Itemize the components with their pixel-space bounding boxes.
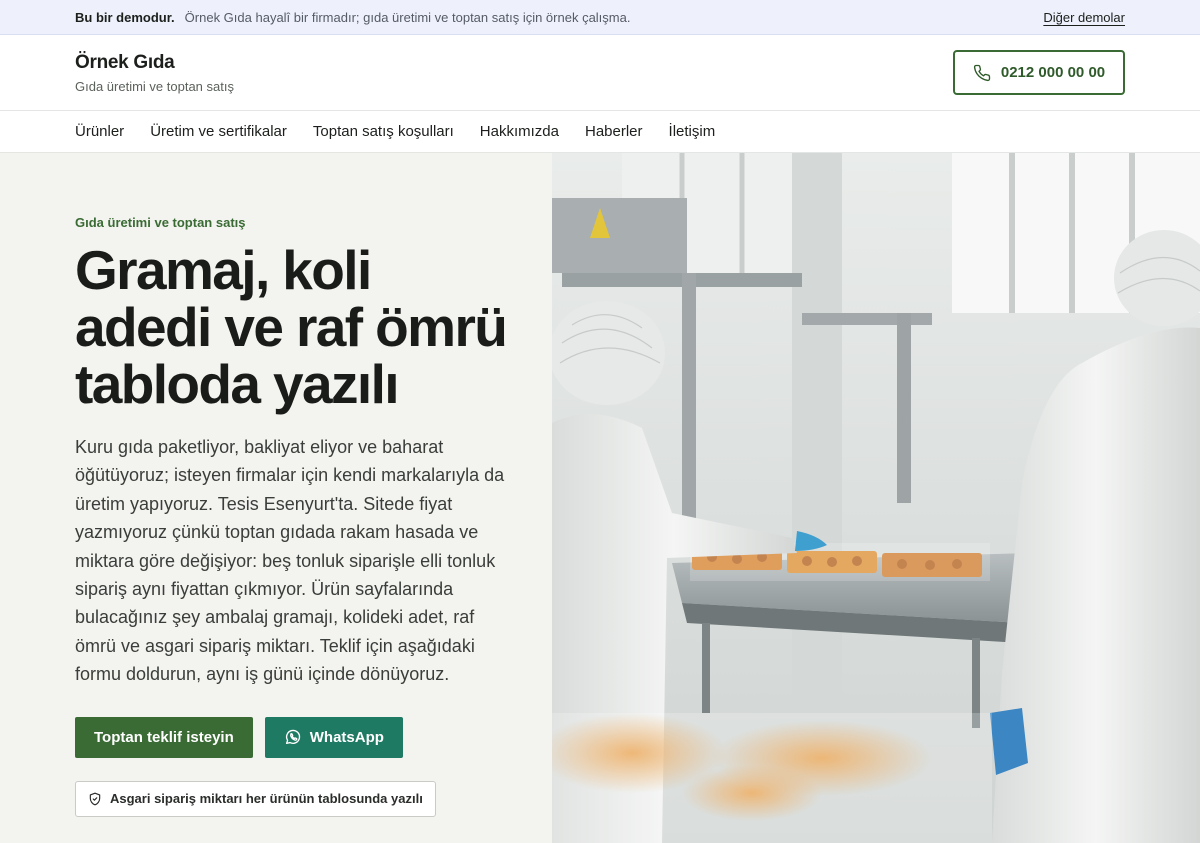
factory-production-line-illustration (552, 153, 1200, 843)
request-quote-button[interactable]: Toptan teklif isteyin (75, 716, 253, 758)
hero-eyebrow: Gıda üretimi ve toptan satış (75, 215, 246, 230)
hero: Gıda üretimi ve toptan satış Gramaj, kol… (0, 153, 1200, 843)
shield-check-icon (89, 792, 101, 806)
demo-note: Örnek Gıda hayalî bir firmadır; gıda üre… (184, 9, 631, 25)
nav-item-hakkimizda[interactable]: Hakkımızda (480, 123, 559, 140)
brand[interactable]: Örnek Gıda Gıda üretimi ve toptan satış (75, 52, 234, 94)
min-order-badge-text: Asgari sipariş miktarı her ürünün tablos… (110, 791, 423, 807)
brand-tagline: Gıda üretimi ve toptan satış (75, 78, 234, 94)
phone-number: 0212 000 00 00 (1000, 64, 1106, 81)
nav-item-toptan[interactable]: Toptan satış koşulları (313, 123, 454, 140)
hero-headline: Gramaj, koli adedi ve raf ömrü tabloda y… (75, 239, 508, 415)
nav-item-uretim[interactable]: Üretim ve sertifikalar (150, 123, 287, 140)
phone-button[interactable]: 0212 000 00 00 (953, 50, 1125, 95)
nav-item-urunler[interactable]: Ürünler (75, 123, 124, 140)
brand-name: Örnek Gıda (75, 51, 175, 73)
whatsapp-label: WhatsApp (309, 728, 384, 746)
demo-label: Bu bir demodur. (75, 9, 175, 25)
main-nav: Ürünler Üretim ve sertifikalar Toptan sa… (0, 111, 1200, 153)
nav-item-haberler[interactable]: Haberler (585, 123, 643, 140)
hero-lead: Kuru gıda paketliyor, bakliyat eliyor ve… (75, 437, 505, 685)
hero-image (552, 153, 1200, 843)
min-order-badge: Asgari sipariş miktarı her ürünün tablos… (75, 780, 436, 817)
whatsapp-icon (285, 729, 300, 745)
demo-bar-text: Bu bir demodur. Örnek Gıda hayalî bir fi… (75, 10, 630, 25)
hero-cta-row: Toptan teklif isteyin WhatsApp (75, 716, 512, 758)
whatsapp-button[interactable]: WhatsApp (264, 716, 403, 758)
demo-bar: Bu bir demodur. Örnek Gıda hayalî bir fi… (0, 0, 1200, 35)
phone-icon (973, 64, 991, 81)
nav-item-iletisim[interactable]: İletişim (669, 123, 716, 140)
site-header: Örnek Gıda Gıda üretimi ve toptan satış … (0, 35, 1200, 111)
other-demos-link[interactable]: Diğer demolar (1043, 10, 1125, 25)
hero-content: Gıda üretimi ve toptan satış Gramaj, kol… (0, 153, 552, 843)
